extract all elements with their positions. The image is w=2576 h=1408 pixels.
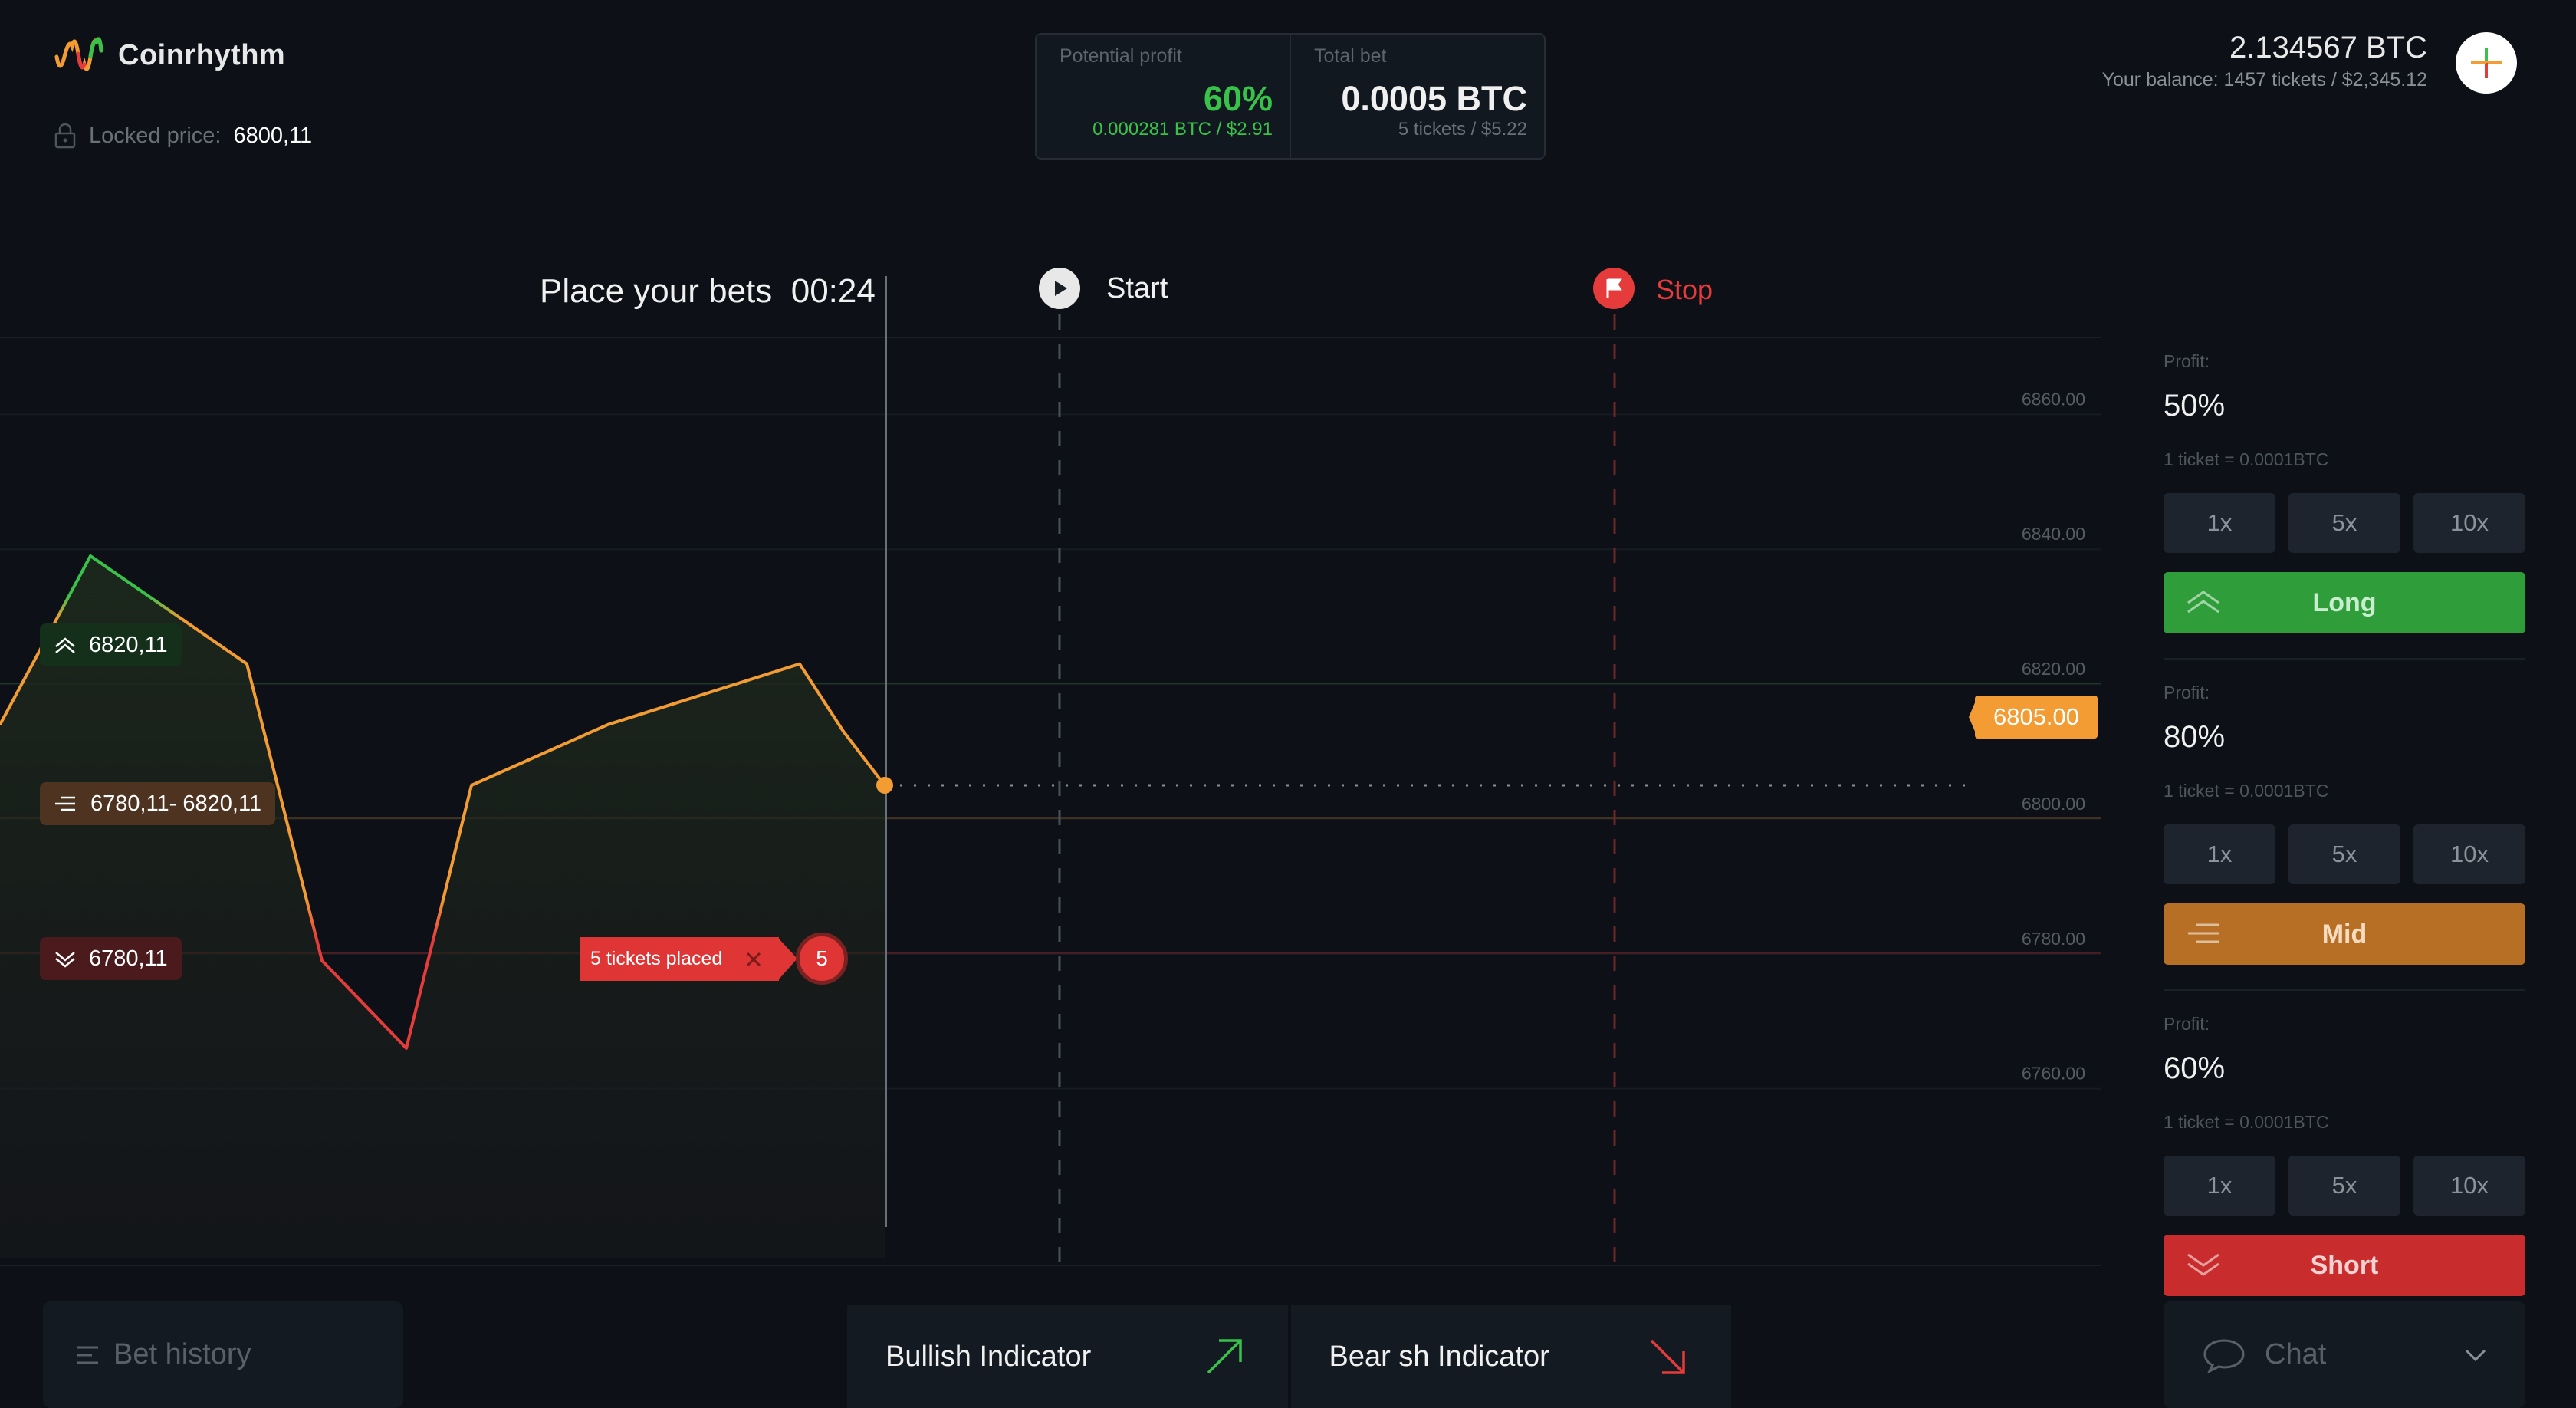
y-tick-label: 6860.00 [2022, 389, 2085, 409]
potential-profit-value: 60% [1203, 79, 1273, 118]
profit-label: Profit: [2164, 1014, 2210, 1034]
balance-text: Your balance: 1457 tickets / $2,345.12 [2101, 69, 2427, 90]
total-bet-box: Total bet 0.0005 BTC 5 tickets / $5.22 [1290, 35, 1544, 158]
tickets-pill-arrow [777, 937, 797, 981]
y-tick-label: 6760.00 [2022, 1064, 2085, 1084]
app-name: Coinrhythm [118, 38, 286, 71]
multiplier-group: 1x 5x 10x [2164, 824, 2525, 884]
multiplier-button-10x[interactable]: 10x [2413, 824, 2525, 884]
multiplier-button-10x[interactable]: 10x [2413, 493, 2525, 553]
multiplier-button-5x[interactable]: 5x [2288, 493, 2400, 553]
chat-panel-toggle[interactable]: Chat [2164, 1301, 2525, 1408]
bearish-indicator-button[interactable]: Bear sh Indicator [1290, 1305, 1731, 1408]
multiplier-button-1x[interactable]: 1x [2164, 493, 2275, 553]
price-chart: 6860.00 6840.00 6820.00 6800.00 6780.00 6760.… [0, 276, 2101, 1266]
ticket-note: 1 ticket = 0.0001BTC [2164, 781, 2329, 801]
multiplier-button-5x[interactable]: 5x [2288, 1156, 2400, 1216]
potential-profit-title: Potential profit [1060, 45, 1182, 67]
current-price-dot [876, 776, 893, 794]
locked-price: Locked price: 6800,11 [54, 123, 312, 149]
bet-section-short: Profit: 60% 1 ticket = 0.0001BTC 1x 5x 10x… [2164, 1014, 2525, 1296]
arrow-down-right-icon [1650, 1339, 1685, 1374]
level-long-value: 6820,11 [89, 632, 168, 657]
menu-lines-icon [77, 1346, 98, 1364]
waveform-logo-icon [54, 37, 103, 71]
profit-value: 60% [2164, 1051, 2226, 1085]
multiplier-button-5x[interactable]: 5x [2288, 824, 2400, 884]
profit-value: 80% [2164, 720, 2226, 754]
profit-value: 50% [2164, 389, 2226, 423]
multiplier-button-1x[interactable]: 1x [2164, 1156, 2275, 1216]
total-bet-sub: 5 tickets / $5.22 [1398, 119, 1527, 140]
total-bet-value: 0.0005 BTC [1341, 79, 1527, 118]
bet-section-long: Profit: 50% 1 ticket = 0.0001BTC 1x 5x 10x… [2164, 351, 2525, 660]
price-tag-arrow [1969, 696, 1978, 739]
total-bet-title: Total bet [1314, 45, 1387, 67]
y-tick-label: 6820.00 [2022, 659, 2085, 679]
indicators: Bullish Indicator Bear sh Indicator [847, 1305, 1731, 1408]
mid-button[interactable]: Mid [2164, 903, 2525, 965]
potential-profit-box: Potential profit 60% 0.000281 BTC / $2.9… [1037, 35, 1290, 158]
balance-amount: 2.134567 BTC [2229, 31, 2427, 64]
close-icon[interactable] [745, 951, 762, 968]
profit-label: Profit: [2164, 351, 2210, 371]
bullish-indicator-button[interactable]: Bullish Indicator [847, 1305, 1288, 1408]
multiplier-group: 1x 5x 10x [2164, 493, 2525, 553]
y-tick-label: 6800.00 [2022, 794, 2085, 814]
ticket-note: 1 ticket = 0.0001BTC [2164, 449, 2329, 469]
add-funds-button[interactable] [2456, 32, 2517, 94]
chevron-down-icon [2187, 1253, 2220, 1276]
locked-price-label: Locked price: [89, 123, 222, 148]
y-tick-label: 6780.00 [2022, 929, 2085, 949]
chat-label: Chat [2265, 1338, 2327, 1370]
bet-history-button[interactable]: Bet history [43, 1301, 403, 1408]
tickets-placed-pill: 5 tickets placed [580, 937, 779, 981]
tickets-placed-label: 5 tickets placed [590, 948, 723, 969]
profit-label: Profit: [2164, 683, 2210, 702]
level-mid-value: 6780,11- 6820,11 [90, 791, 262, 816]
tickets-count-badge: 5 [796, 933, 848, 985]
plus-icon [2471, 48, 2502, 78]
level-pill-long: 6820,11 [40, 623, 182, 666]
bullish-indicator-label: Bullish Indicator [886, 1340, 1092, 1373]
lines-icon [55, 796, 75, 811]
chevron-up-icon [2187, 591, 2220, 614]
multiplier-button-1x[interactable]: 1x [2164, 824, 2275, 884]
bet-section-mid: Profit: 80% 1 ticket = 0.0001BTC 1x 5x 10x… [2164, 683, 2525, 991]
bet-panel: Profit: 50% 1 ticket = 0.0001BTC 1x 5x 10x… [2164, 351, 2525, 1296]
lock-icon [54, 123, 76, 149]
arrow-up-right-icon [1207, 1339, 1242, 1374]
multiplier-group: 1x 5x 10x [2164, 1156, 2525, 1216]
current-price-tag: 6805.00 [1975, 696, 2098, 739]
ticket-note: 1 ticket = 0.0001BTC [2164, 1112, 2329, 1132]
level-lines [0, 683, 2101, 954]
chevron-up-icon [55, 637, 75, 653]
chevron-down-icon [2465, 1349, 2486, 1361]
level-short-value: 6780,11 [89, 946, 168, 971]
bet-summary: Potential profit 60% 0.000281 BTC / $2.9… [1035, 33, 1546, 160]
long-button[interactable]: Long [2164, 572, 2525, 633]
short-button[interactable]: Short [2164, 1235, 2525, 1296]
bet-history-label: Bet history [113, 1338, 251, 1370]
y-tick-label: 6840.00 [2022, 524, 2085, 544]
chevron-down-icon [55, 952, 75, 968]
potential-profit-sub: 0.000281 BTC / $2.91 [1092, 119, 1273, 140]
lines-icon [2188, 923, 2219, 943]
level-pill-short: 6780,11 [40, 937, 182, 980]
app-logo[interactable]: Coinrhythm [54, 31, 285, 80]
locked-price-value: 6800,11 [233, 123, 313, 148]
bearish-indicator-label: Bear sh Indicator [1329, 1340, 1549, 1373]
level-pill-mid: 6780,11- 6820,11 [40, 782, 276, 825]
multiplier-button-10x[interactable]: 10x [2413, 1156, 2525, 1216]
chat-bubble-icon [2203, 1338, 2245, 1373]
